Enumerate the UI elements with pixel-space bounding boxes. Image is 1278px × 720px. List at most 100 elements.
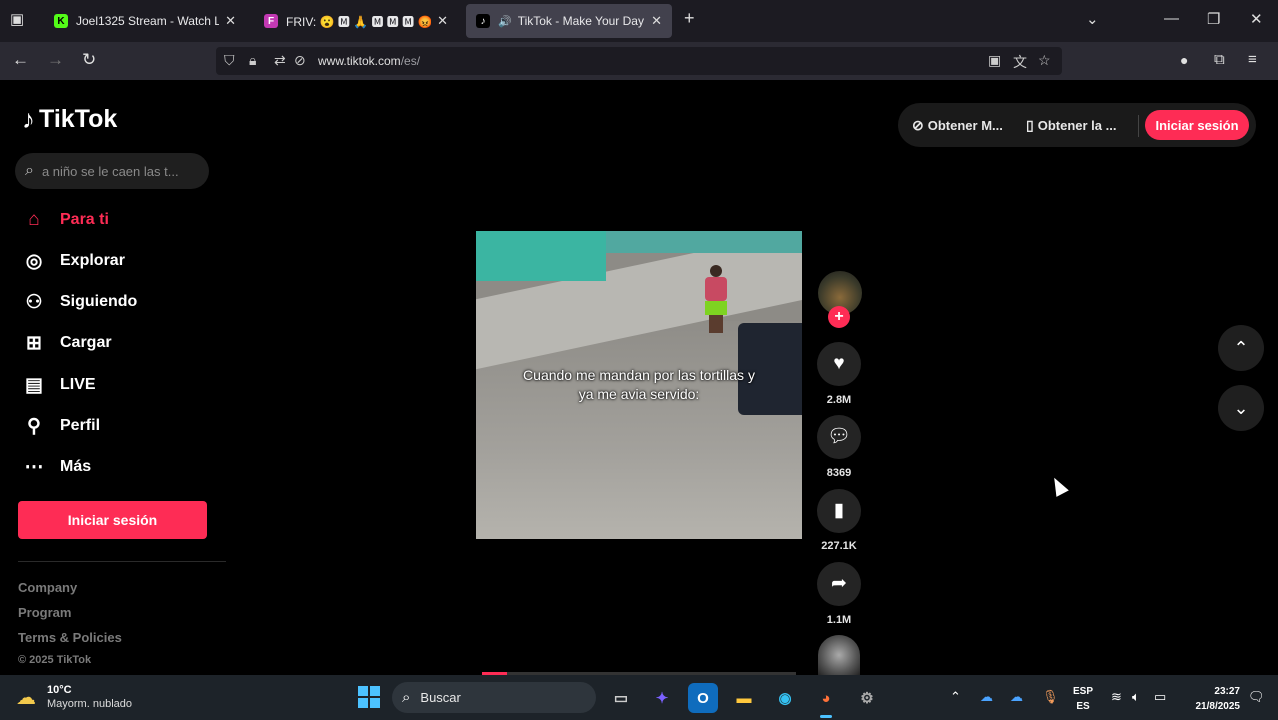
outlook-icon[interactable]: O [688, 683, 718, 713]
save-count: 227.1K [821, 540, 857, 552]
child-legs [709, 315, 723, 333]
like-button[interactable]: ♥ [817, 342, 861, 386]
autoplay-blocked-icon[interactable]: ⊘ [294, 52, 306, 69]
system-clock[interactable]: 23:27 21/8/2025 [1184, 684, 1241, 714]
tab-kick-stream[interactable]: K Joel1325 Stream - Watch Live o ✕ [44, 4, 246, 38]
get-app-button[interactable]: ▯ Obtener la ... [1026, 117, 1116, 134]
firefox-icon[interactable]: ◕ [811, 683, 841, 718]
speaker-icon[interactable]: 🔊 [498, 15, 512, 28]
search-input[interactable] [41, 163, 192, 179]
microphone-icon[interactable]: 🎙︎ [1042, 689, 1059, 705]
weather-condition[interactable]: Mayorm. nublado [47, 698, 132, 710]
shield-icon[interactable]: ⛉ [224, 52, 235, 69]
onedrive-secondary-icon[interactable]: ☁ [1010, 689, 1023, 705]
menu-icon[interactable]: ≡ [1248, 51, 1257, 68]
close-window-icon[interactable]: ✕ [1250, 10, 1263, 28]
tiktok-note-icon: ♪ [22, 104, 35, 134]
coin-icon: ⊘ [912, 117, 924, 133]
follow-plus-icon[interactable]: + [828, 306, 850, 328]
top-login-button[interactable]: Iniciar sesión [1145, 110, 1249, 140]
previous-video-button[interactable]: ⌃ [1218, 325, 1264, 371]
picture-in-picture-icon[interactable]: ▣ [988, 52, 1001, 69]
tab-friv[interactable]: F FRIV: 😮 🅼 🙏 🅼 🅼 🅼 😡 ✕ [254, 4, 458, 38]
language-indicator[interactable]: ESP ES [1073, 684, 1093, 714]
account-icon[interactable]: ● [1180, 52, 1188, 68]
sidebar-item-siguiendo[interactable]: ⚇ Siguiendo [22, 288, 137, 316]
clock-time: 23:27 [1214, 686, 1240, 697]
sidebar-item-para-ti[interactable]: ⌂ Para ti [22, 206, 109, 234]
windows-logo-tile [358, 686, 368, 696]
tab-list-chevron-icon[interactable]: ⌄ [1086, 10, 1099, 28]
save-button[interactable]: ▮ [817, 489, 861, 533]
caption-line: ya me avia servido: [578, 386, 700, 402]
upload-icon: ⊞ [26, 332, 42, 354]
tab-overview-icon[interactable]: ▣ [10, 10, 24, 28]
tab-tiktok[interactable]: ♪ 🔊 TikTok - Make Your Day ✕ [466, 4, 672, 38]
edge-icon[interactable]: ◉ [770, 683, 800, 713]
more-icon: ⋯ [24, 456, 44, 478]
chevron-up-icon: ⌃ [1233, 338, 1249, 358]
close-tab-icon[interactable]: ✕ [225, 13, 236, 29]
back-icon[interactable]: ← [12, 50, 29, 70]
sidebar-divider [18, 561, 226, 562]
url-bar[interactable]: ⛉ 🔒︎ ⇄ ⊘ www.tiktok.com/es/ ▣ 文 ☆ [216, 47, 1062, 75]
sidebar-item-explorar[interactable]: ◎ Explorar [22, 247, 125, 275]
sidebar-item-cargar[interactable]: ⊞ Cargar [22, 329, 112, 357]
footer-link-program[interactable]: Program [18, 605, 71, 620]
weather-cloud-icon[interactable]: ☁ [16, 685, 36, 710]
permissions-icon[interactable]: ⇄ [274, 52, 286, 69]
forward-icon[interactable]: → [47, 50, 64, 70]
extensions-icon[interactable]: ⧉ [1214, 51, 1225, 68]
lock-icon[interactable]: 🔒︎ [249, 52, 256, 69]
restore-icon[interactable]: ❐ [1207, 10, 1220, 28]
start-button[interactable] [358, 686, 380, 708]
music-disc[interactable] [818, 635, 860, 675]
minimize-icon[interactable]: — [1164, 10, 1179, 27]
get-coins-button[interactable]: ⊘ Obtener M... [912, 117, 1003, 134]
bookmark-star-icon[interactable]: ☆ [1038, 52, 1051, 69]
reload-icon[interactable]: ↻ [82, 50, 96, 70]
url-text[interactable]: www.tiktok.com/es/ [318, 54, 420, 68]
comment-button[interactable]: 💬︎ [817, 415, 861, 459]
close-tab-icon[interactable]: ✕ [651, 13, 662, 29]
video-player[interactable]: Cuando me mandan por las tortillas y ya … [476, 231, 802, 539]
keyboard-layout: ES [1076, 701, 1090, 712]
sidebar-item-perfil[interactable]: ⚲ Perfil [22, 412, 100, 440]
new-tab-icon[interactable]: + [684, 8, 695, 29]
search-icon: ⌕ [402, 689, 411, 706]
sidebar-item-label: Perfil [60, 417, 101, 434]
taskbar-search[interactable]: ⌕ Buscar [392, 682, 596, 713]
child-shorts [705, 301, 727, 315]
translate-icon[interactable]: 文 [1013, 52, 1027, 72]
footer-link-company[interactable]: Company [18, 580, 77, 595]
notifications-icon[interactable]: 🗨︎ [1248, 689, 1265, 705]
task-view-icon[interactable]: ▭ [606, 683, 636, 713]
share-button[interactable]: ➦ [817, 562, 861, 606]
clock-date: 21/8/2025 [1195, 701, 1241, 712]
login-button[interactable]: Iniciar sesión [18, 501, 207, 539]
wifi-icon[interactable]: ≋ [1111, 689, 1122, 705]
search-box[interactable]: ⌕ [15, 153, 209, 189]
tiktok-logo[interactable]: ♪ TikTok [22, 104, 117, 135]
tab-title: FRIV: 😮 🅼 🙏 🅼 🅼 🅼 😡 [286, 14, 432, 29]
get-app-label: Obtener la ... [1037, 118, 1117, 133]
footer-link-terms[interactable]: Terms & Policies [18, 630, 122, 645]
onedrive-icon[interactable]: ☁ [980, 689, 993, 705]
weather-temperature[interactable]: 10°C [47, 684, 72, 696]
bookmark-icon: ▮ [833, 500, 845, 521]
top-actions-bar: ⊘ Obtener M... ▯ Obtener la ... Iniciar … [898, 103, 1256, 147]
heart-icon: ♥ [833, 353, 845, 374]
settings-gear-icon[interactable]: ⚙ [852, 683, 882, 713]
volume-icon[interactable]: 🔈︎ [1132, 689, 1140, 705]
close-tab-icon[interactable]: ✕ [437, 13, 448, 29]
caption-line: Cuando me mandan por las tortillas y [523, 367, 755, 383]
copilot-icon[interactable]: ✦ [647, 683, 677, 713]
battery-icon[interactable]: ▭ [1154, 689, 1166, 705]
sidebar-item-live[interactable]: ▤ LIVE [22, 371, 96, 399]
file-explorer-icon[interactable]: ▬ [729, 683, 759, 713]
search-icon[interactable]: ⌕ [25, 162, 34, 180]
next-video-button[interactable]: ⌄ [1218, 385, 1264, 431]
browser-nav-bar: ← → ↻ ⛉ 🔒︎ ⇄ ⊘ www.tiktok.com/es/ ▣ 文 ☆ … [0, 42, 1278, 80]
sidebar-item-mas[interactable]: ⋯ Más [22, 453, 92, 481]
tray-expand-icon[interactable]: ⌃ [950, 689, 961, 705]
